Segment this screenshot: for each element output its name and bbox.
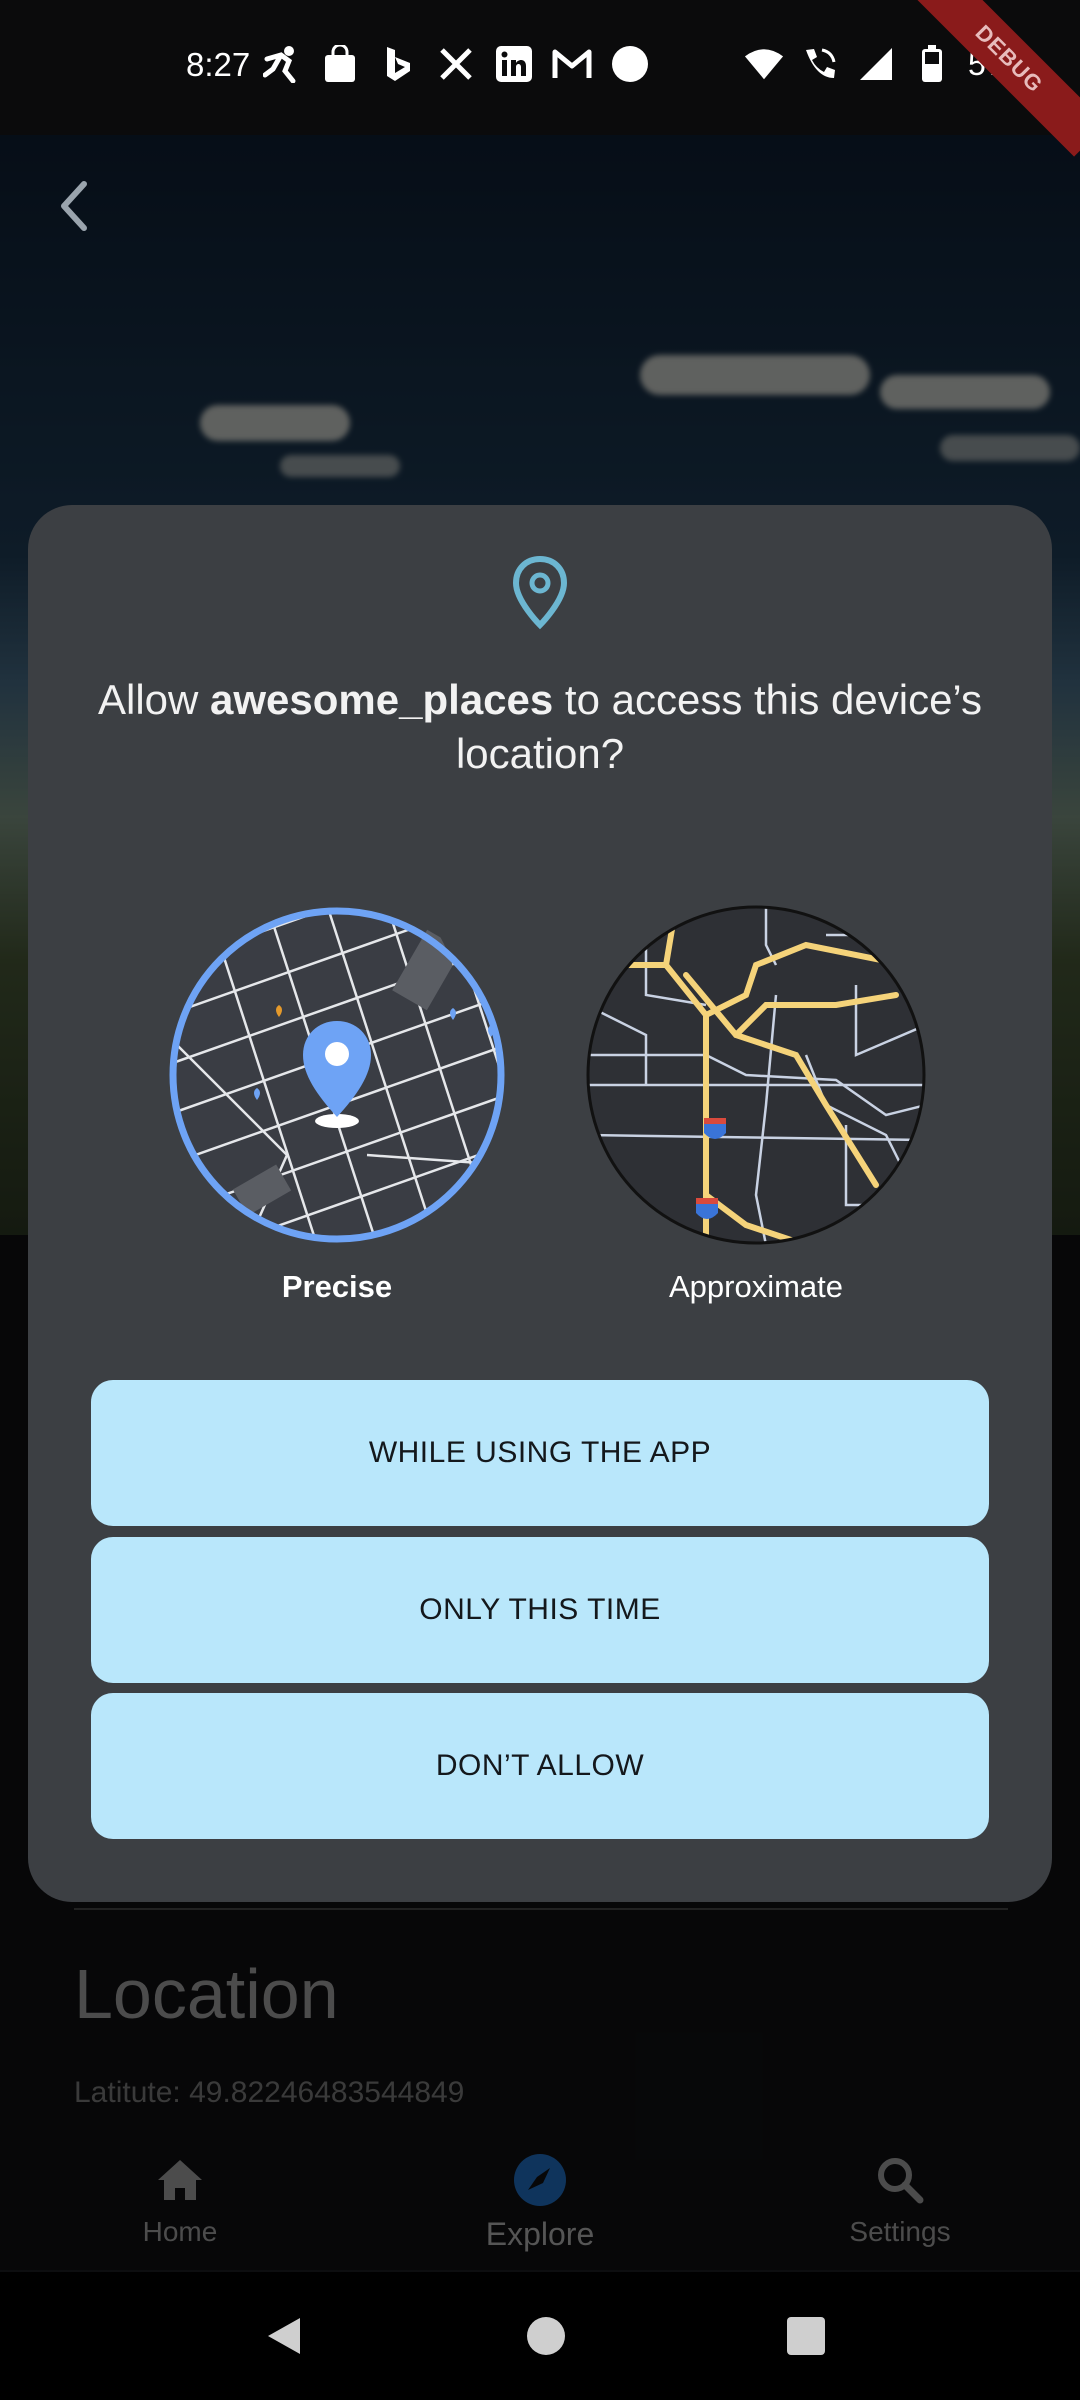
- precise-label: Precise: [281, 1269, 393, 1304]
- app-name: awesome_places: [210, 676, 554, 723]
- location-permission-dialog: Allow awesome_places to access this devi…: [28, 505, 1052, 1902]
- back-triangle-icon[interactable]: [262, 2314, 306, 2358]
- activity-icon: [262, 44, 302, 84]
- back-arrow-icon[interactable]: [46, 176, 106, 236]
- bing-icon: [378, 44, 418, 84]
- dont-allow-button[interactable]: DON’T ALLOW: [91, 1693, 989, 1839]
- approximate-map-icon: [586, 905, 926, 1245]
- recents-square-icon[interactable]: [784, 2314, 828, 2358]
- dialog-title: Allow awesome_places to access this devi…: [88, 673, 992, 781]
- option-precise[interactable]: Precise: [167, 905, 507, 1305]
- approximate-label: Approximate: [668, 1269, 844, 1304]
- battery-icon: [912, 44, 952, 84]
- wifi-calling-icon: [800, 44, 840, 84]
- status-bar: 8:27 DEBUG: [0, 0, 1080, 157]
- system-navigation-bar: [0, 2272, 1080, 2400]
- circle-icon: [610, 44, 650, 84]
- linkedin-icon: [494, 44, 534, 84]
- shopping-bag-icon: [320, 44, 360, 84]
- signal-icon: [856, 44, 896, 84]
- title-prefix: Allow: [97, 676, 211, 723]
- location-pin-icon: [512, 555, 568, 630]
- while-using-app-button[interactable]: WHILE USING THE APP: [91, 1380, 989, 1526]
- gmail-icon: [552, 44, 592, 84]
- home-circle-icon[interactable]: [524, 2314, 568, 2358]
- only-this-time-button[interactable]: ONLY THIS TIME: [91, 1537, 989, 1683]
- notification-icons: [262, 44, 650, 84]
- precise-map-icon: [169, 907, 505, 1243]
- status-time: 8:27: [186, 46, 251, 83]
- wifi-icon: [744, 44, 784, 84]
- x-icon: [436, 44, 476, 84]
- option-approximate[interactable]: Approximate: [586, 905, 926, 1305]
